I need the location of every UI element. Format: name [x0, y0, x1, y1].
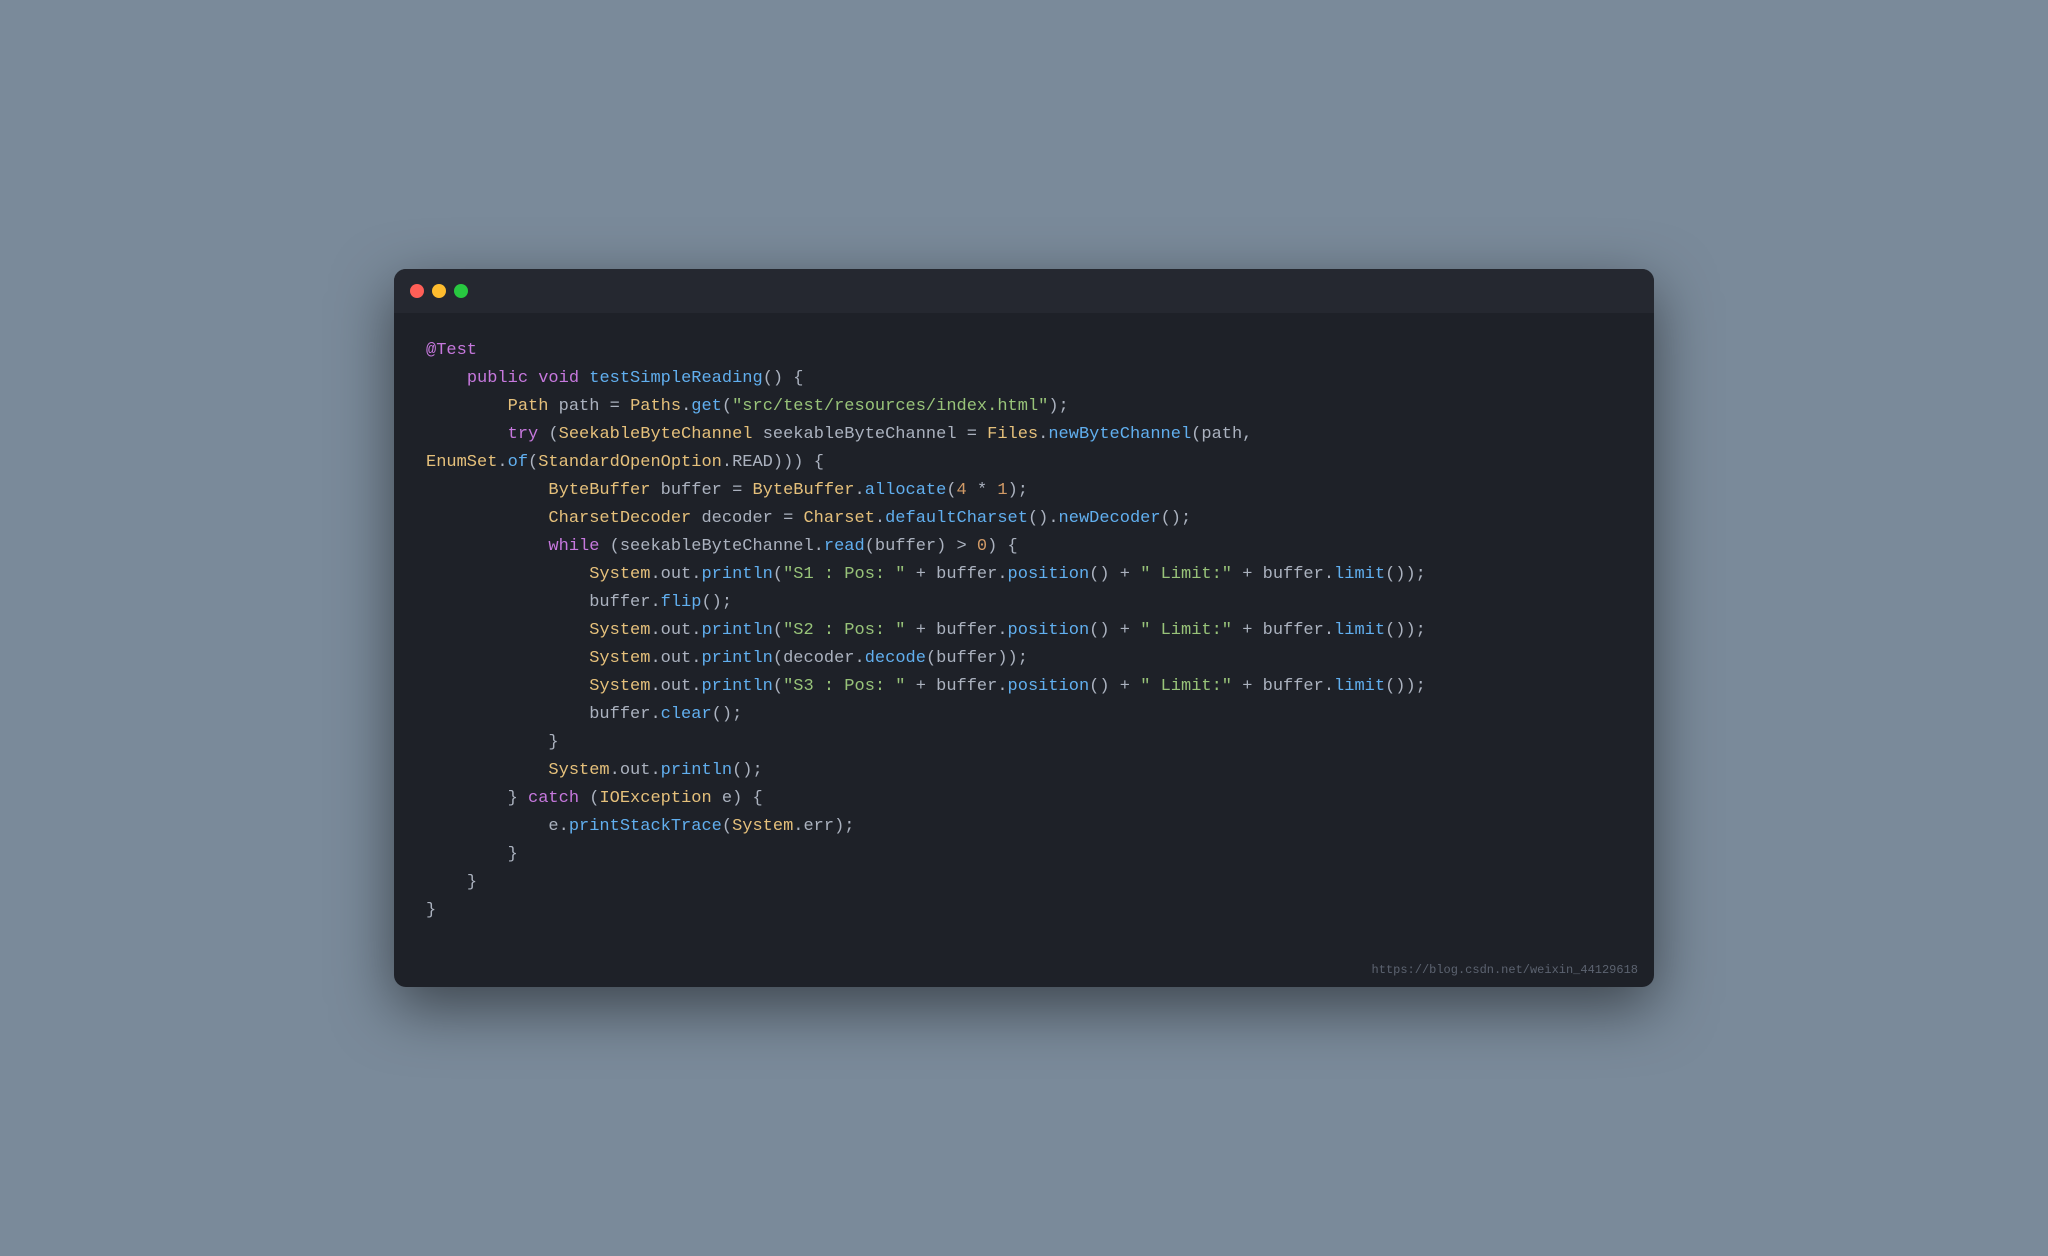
code-line-24: }	[426, 869, 1622, 897]
code-editor: @Test public void testSimpleReading() { …	[394, 313, 1654, 958]
code-line-25: }	[426, 897, 1622, 925]
minimize-button[interactable]	[432, 284, 446, 298]
url-bar: https://blog.csdn.net/weixin_44129618	[394, 957, 1654, 987]
code-line-18: }	[426, 729, 1622, 757]
code-line-22: e.printStackTrace(System.err);	[426, 813, 1622, 841]
code-line-20: System.out.println();	[426, 757, 1622, 785]
code-line-15: System.out.println("S3 : Pos: " + buffer…	[426, 673, 1622, 701]
code-line-1: @Test	[426, 337, 1622, 365]
maximize-button[interactable]	[454, 284, 468, 298]
url-text: https://blog.csdn.net/weixin_44129618	[1372, 963, 1638, 977]
code-line-2: public void testSimpleReading() {	[426, 365, 1622, 393]
code-line-3: Path path = Paths.get("src/test/resource…	[426, 393, 1622, 421]
code-line-4: try (SeekableByteChannel seekableByteCha…	[426, 421, 1622, 449]
code-line-17: buffer.clear();	[426, 701, 1622, 729]
close-button[interactable]	[410, 284, 424, 298]
code-line-6: ByteBuffer buffer = ByteBuffer.allocate(…	[426, 477, 1622, 505]
code-window: @Test public void testSimpleReading() { …	[394, 269, 1654, 988]
code-line-11: buffer.flip();	[426, 589, 1622, 617]
code-line-14: System.out.println(decoder.decode(buffer…	[426, 645, 1622, 673]
code-line-10: System.out.println("S1 : Pos: " + buffer…	[426, 561, 1622, 589]
code-line-5: EnumSet.of(StandardOpenOption.READ))) {	[426, 449, 1622, 477]
code-line-7: CharsetDecoder decoder = Charset.default…	[426, 505, 1622, 533]
code-line-21: } catch (IOException e) {	[426, 785, 1622, 813]
code-line-13: System.out.println("S2 : Pos: " + buffer…	[426, 617, 1622, 645]
titlebar	[394, 269, 1654, 313]
code-line-9: while (seekableByteChannel.read(buffer) …	[426, 533, 1622, 561]
code-line-23: }	[426, 841, 1622, 869]
